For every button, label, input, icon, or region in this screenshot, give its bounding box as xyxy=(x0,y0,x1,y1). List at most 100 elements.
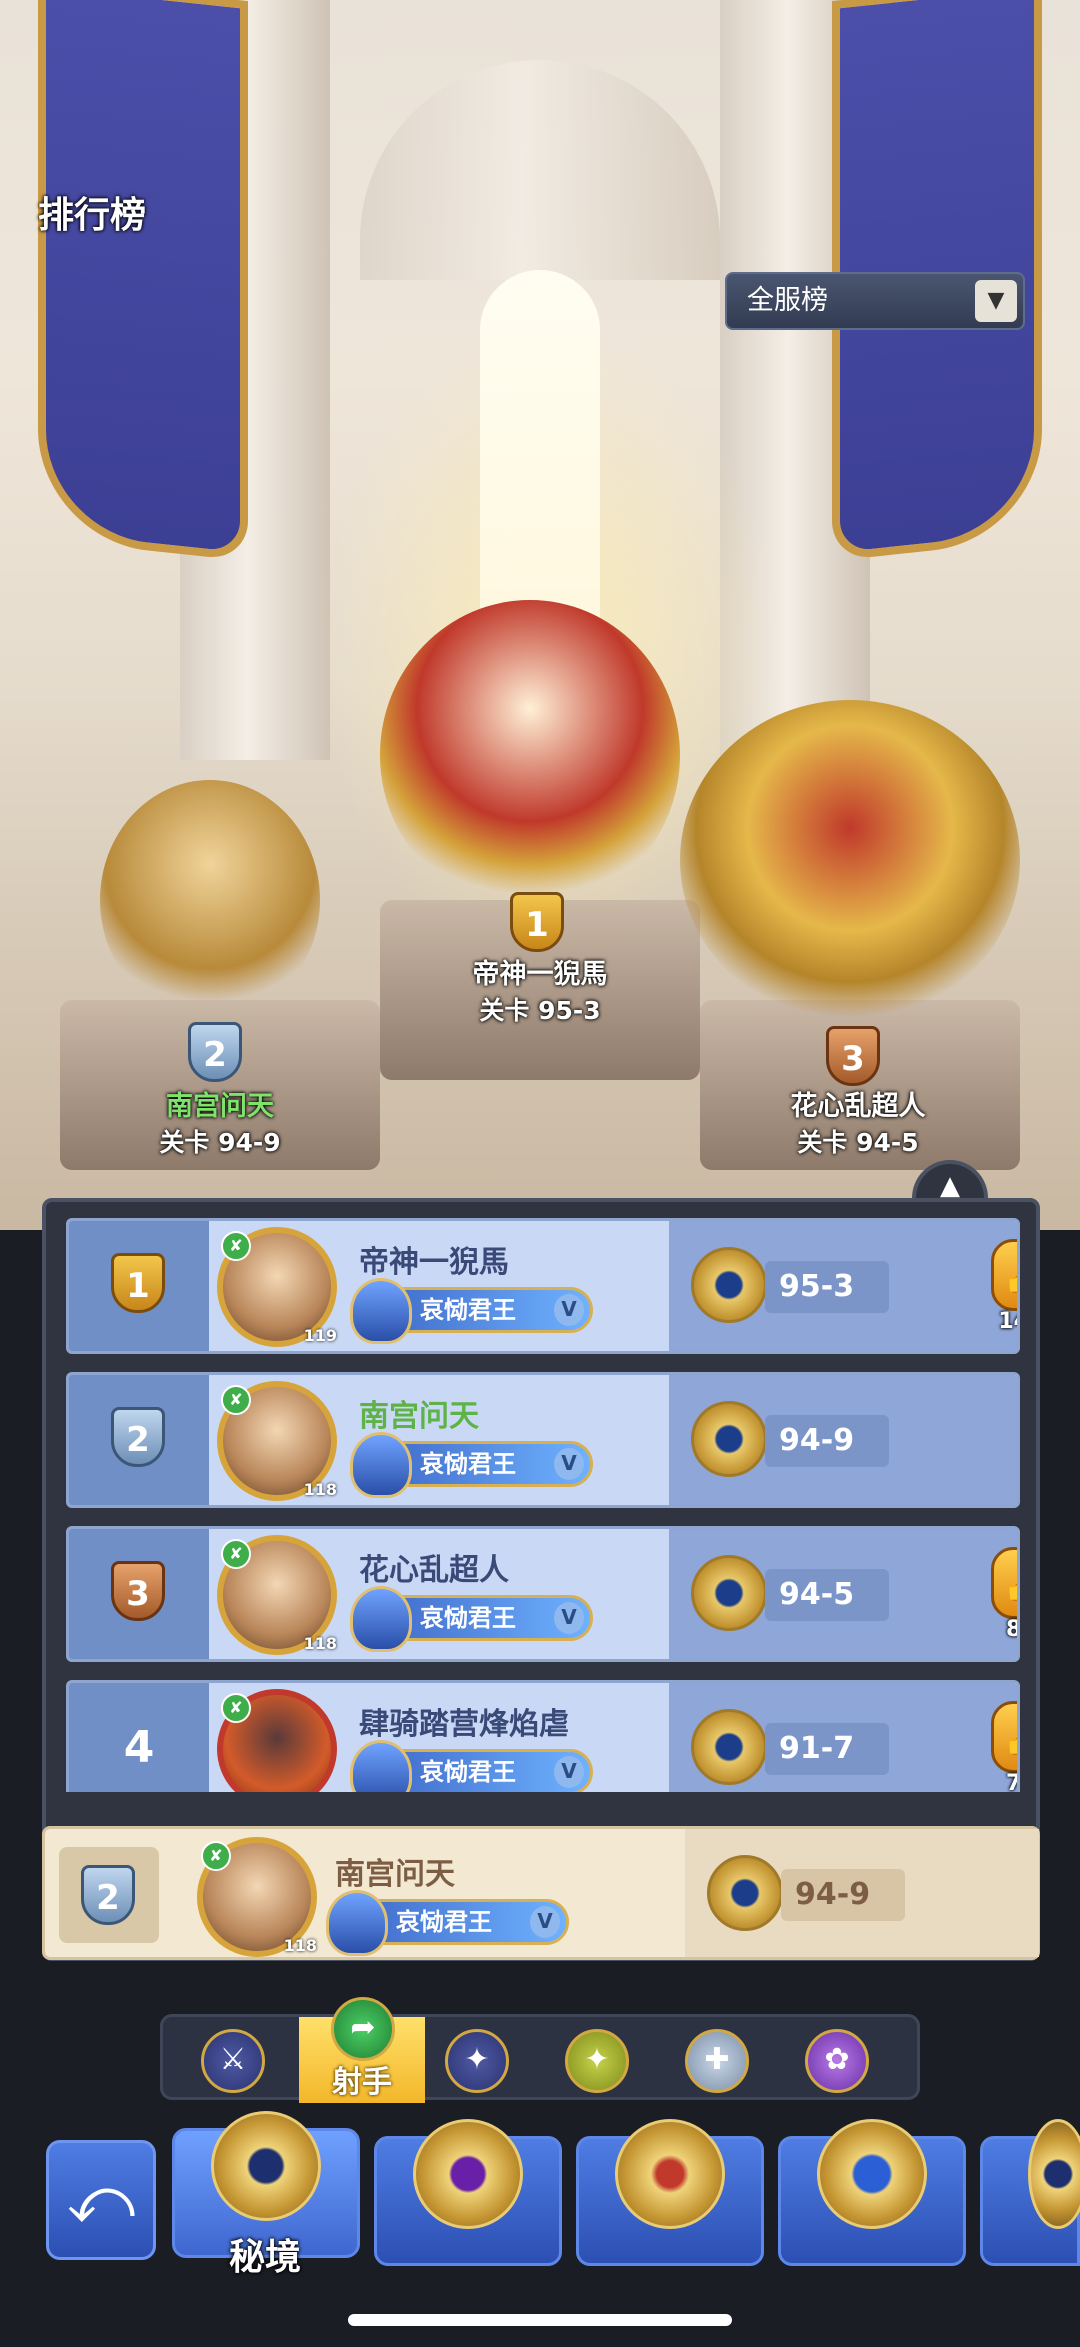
mage-icon[interactable]: ✦ xyxy=(445,2029,509,2093)
nav-more-button[interactable] xyxy=(980,2119,1080,2266)
player-level: 119 xyxy=(303,1326,337,1345)
podium-rank1-badge: 1 xyxy=(510,892,564,952)
hero-rank1-figure[interactable] xyxy=(380,600,680,910)
ranking-list[interactable]: 1 ✘ 119 帝神一猊馬 哀恸君王 V 95-3 👍 1485 2 xyxy=(66,1218,1020,1792)
podium-rank2-badge: 2 xyxy=(188,1022,242,1082)
podium-rank3-stage: 关卡 94-5 xyxy=(797,1128,919,1157)
avatar[interactable]: ✘ 118 xyxy=(217,1535,337,1655)
ranking-row[interactable]: 2 ✘ 118 南宫问天 哀恸君王 V 94-9 xyxy=(66,1372,1020,1508)
nav-purple-emblem-button[interactable] xyxy=(374,2119,562,2266)
stage-value: 91-7 xyxy=(765,1723,889,1775)
player-name: 南宫问天 xyxy=(359,1399,479,1434)
banner-left xyxy=(38,0,248,562)
avatar[interactable]: ✘ 118 xyxy=(217,1381,337,1501)
crown-emblem-icon xyxy=(615,2119,725,2229)
podium-rank1-label: 帝神一猊馬 关卡 95-3 xyxy=(440,952,640,1027)
rank-cell: 1 xyxy=(69,1221,209,1351)
secret-realm-icon xyxy=(211,2111,321,2221)
like-count: 827 xyxy=(1006,1617,1020,1642)
title-text: 哀恸君王 xyxy=(420,1450,516,1478)
class-active-label: 射手 xyxy=(332,2065,392,2100)
heart-chevron-down-icon[interactable]: ▼ xyxy=(975,280,1017,322)
podium-rank2-name: 南宫问天 xyxy=(166,1091,274,1122)
page-title: 排行榜 xyxy=(38,195,147,236)
nav-star-emblem-button[interactable] xyxy=(778,2119,966,2266)
ranking-row[interactable]: 4 ✘ 肆骑踏营烽焰虐 哀恸君王 V 91-7 👍 785 xyxy=(66,1680,1020,1792)
class-filter-bar: ⚔ ➦ 射手 ✦ ✦ ✚ ✿ xyxy=(160,1997,920,2103)
title-badge: 哀恸君王 V xyxy=(350,1278,593,1344)
purple-emblem-icon xyxy=(413,2119,523,2229)
stage-medal-icon xyxy=(691,1709,767,1785)
class-archer-icon: ✘ xyxy=(221,1385,251,1415)
assassin-icon[interactable]: ✦ xyxy=(565,2029,629,2093)
vip-badge: V xyxy=(554,1448,584,1480)
ranking-row[interactable]: 1 ✘ 119 帝神一猊馬 哀恸君王 V 95-3 👍 1485 xyxy=(66,1218,1020,1354)
like-thumb-icon[interactable]: 👍 xyxy=(991,1547,1017,1619)
hero-rank2-figure[interactable] xyxy=(100,780,320,1020)
nav-crown-emblem-button[interactable] xyxy=(576,2119,764,2266)
title-badge: 哀恸君王 V xyxy=(350,1432,593,1498)
avatar[interactable]: ✘ 119 xyxy=(217,1227,337,1347)
stage-area: 94-5 👍 827 xyxy=(669,1529,1020,1659)
rank-badge: 1 xyxy=(111,1253,165,1313)
home-indicator[interactable] xyxy=(348,2314,732,2326)
star-emblem-icon xyxy=(817,2119,927,2229)
player-level: 118 xyxy=(303,1634,337,1653)
title-emblem-icon xyxy=(350,1432,412,1498)
rank-number: 4 xyxy=(123,1722,155,1773)
more-emblem-icon xyxy=(1028,2119,1080,2229)
hero-rank3-figure[interactable] xyxy=(680,700,1020,1020)
vip-badge: V xyxy=(554,1602,584,1634)
title-text: 哀恸君王 xyxy=(420,1758,516,1786)
archer-icon[interactable]: ➦ xyxy=(331,1997,395,2061)
self-rank-cell: 2 xyxy=(59,1847,159,1943)
title-emblem-icon xyxy=(350,1278,412,1344)
stage-area: 91-7 👍 785 xyxy=(669,1683,1020,1792)
rank-badge: 2 xyxy=(111,1407,165,1467)
title-emblem-icon xyxy=(326,1890,388,1956)
player-name: 肆骑踏营烽焰虐 xyxy=(359,1707,569,1742)
avatar[interactable]: ✘ xyxy=(217,1689,337,1792)
player-level: 118 xyxy=(303,1480,337,1499)
like-count: 785 xyxy=(1006,1771,1020,1792)
self-title-text: 哀恸君王 xyxy=(396,1908,492,1936)
self-avatar[interactable]: ✘ 118 xyxy=(197,1837,317,1957)
title-text: 哀恸君王 xyxy=(420,1604,516,1632)
self-player-name: 南宫问天 xyxy=(335,1857,455,1892)
like-thumb-icon[interactable]: 👍 xyxy=(991,1701,1017,1773)
self-title-badge: 哀恸君王 V xyxy=(326,1890,569,1956)
self-rank-badge: 2 xyxy=(81,1865,135,1925)
stage-value: 94-9 xyxy=(765,1415,889,1467)
podium-rank1-name: 帝神一猊馬 xyxy=(472,959,608,990)
bottom-nav xyxy=(0,2110,1080,2300)
stage-medal-icon xyxy=(707,1855,783,1931)
title-badge: 哀恸君王 V xyxy=(350,1740,593,1792)
podium-rank3-label: 花心乱超人 关卡 94-5 xyxy=(758,1084,958,1159)
stage-value: 94-5 xyxy=(765,1569,889,1621)
rank-cell: 3 xyxy=(69,1529,209,1659)
podium-rank1-stage: 关卡 95-3 xyxy=(479,996,601,1025)
player-name: 花心乱超人 xyxy=(359,1553,509,1588)
title-badge: 哀恸君王 V xyxy=(350,1586,593,1652)
ranking-row[interactable]: 3 ✘ 118 花心乱超人 哀恸君王 V 94-5 👍 827 xyxy=(66,1526,1020,1662)
class-archer-icon: ✘ xyxy=(221,1693,251,1723)
podium-rank2-stage: 关卡 94-9 xyxy=(159,1128,281,1157)
like-thumb-icon[interactable]: 👍 xyxy=(991,1239,1017,1311)
warrior-icon[interactable]: ⚔ xyxy=(201,2029,265,2093)
summoner-icon[interactable]: ✿ xyxy=(805,2029,869,2093)
stage-area: 94-9 xyxy=(669,1375,1017,1505)
ranking-scene-background: 2 1 3 南宫问天 关卡 94-9 帝神一猊馬 关卡 95-3 花心乱超人 关… xyxy=(0,0,1080,1230)
stage-medal-icon xyxy=(691,1555,767,1631)
podium-rank2-label: 南宫问天 关卡 94-9 xyxy=(120,1084,320,1159)
like-count: 1485 xyxy=(998,1309,1017,1334)
priest-icon[interactable]: ✚ xyxy=(685,2029,749,2093)
class-archer-icon: ✘ xyxy=(201,1841,231,1871)
rank-badge: 3 xyxy=(111,1561,165,1621)
server-filter-dropdown[interactable]: 全服榜 ▼ xyxy=(725,272,1025,330)
class-archer-icon: ✘ xyxy=(221,1231,251,1261)
podium-rank3-name: 花心乱超人 xyxy=(790,1091,926,1122)
vip-badge: V xyxy=(554,1294,584,1326)
title-emblem-icon xyxy=(350,1586,412,1652)
self-ranking-row[interactable]: 2 ✘ 118 南宫问天 哀恸君王 V 94-9 xyxy=(42,1826,1040,1960)
title-emblem-icon xyxy=(350,1740,412,1792)
